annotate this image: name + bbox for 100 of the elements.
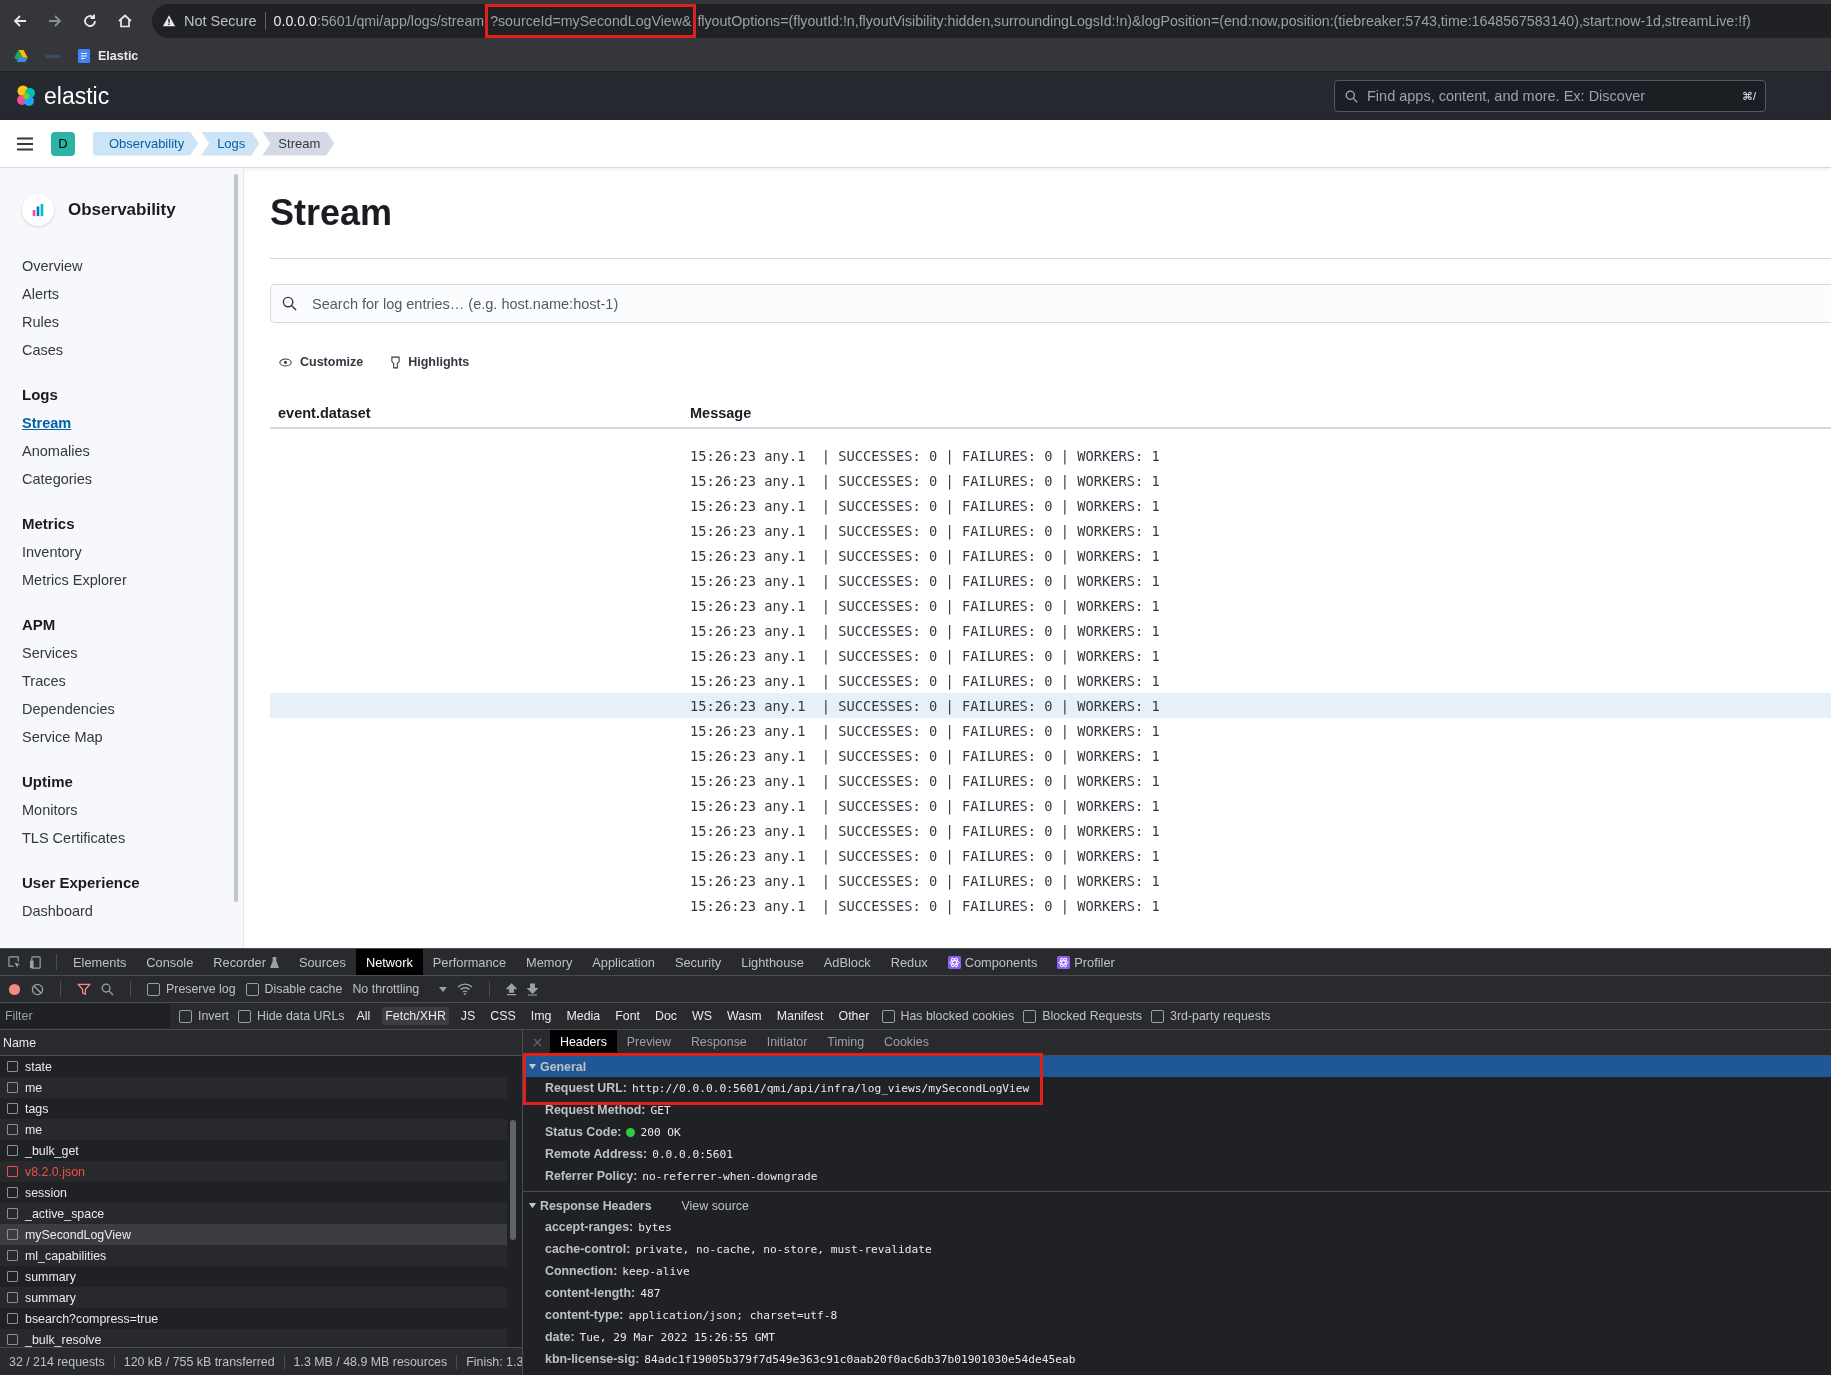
clear-icon[interactable] bbox=[31, 982, 44, 996]
atom-icon bbox=[947, 955, 961, 969]
close-icon[interactable] bbox=[533, 1038, 542, 1047]
download-icon[interactable] bbox=[527, 982, 539, 996]
devtools-tab[interactable]: Elements bbox=[63, 949, 137, 975]
record-icon[interactable] bbox=[8, 982, 21, 996]
devtools-tab[interactable]: Components bbox=[937, 949, 1048, 975]
nav-link[interactable]: Metrics Explorer bbox=[22, 566, 243, 594]
devtools-tab[interactable]: Sources bbox=[288, 949, 356, 975]
nav-link[interactable]: Overview bbox=[22, 252, 243, 280]
nav-link[interactable]: Anomalies bbox=[22, 437, 243, 465]
wifi-icon[interactable] bbox=[457, 983, 474, 995]
detail-tab[interactable]: Preview bbox=[616, 1030, 681, 1055]
drive-icon[interactable] bbox=[14, 50, 28, 62]
nav-link[interactable]: Monitors bbox=[22, 796, 243, 824]
type-filter[interactable]: Media bbox=[563, 1007, 604, 1025]
detail-tab[interactable]: Headers bbox=[550, 1030, 617, 1055]
checkbox[interactable]: Preserve log bbox=[147, 982, 236, 996]
detail-tab[interactable]: Cookies bbox=[874, 1030, 939, 1055]
type-filter[interactable]: Other bbox=[835, 1007, 873, 1025]
nav-link[interactable]: Alerts bbox=[22, 280, 243, 308]
nav-link[interactable]: Stream bbox=[22, 409, 243, 437]
nav-link[interactable]: Dashboard bbox=[22, 897, 243, 925]
section-title[interactable]: General bbox=[540, 1059, 587, 1074]
request-row[interactable]: me bbox=[0, 1119, 507, 1140]
nav-link[interactable]: Categories bbox=[22, 465, 243, 493]
device-icon[interactable] bbox=[29, 955, 42, 969]
type-filter[interactable]: All bbox=[353, 1007, 374, 1025]
devtools-tab[interactable]: Application bbox=[582, 949, 665, 975]
type-filter[interactable]: CSS bbox=[487, 1007, 519, 1025]
upload-icon[interactable] bbox=[506, 982, 518, 996]
devtools-tab[interactable]: Profiler bbox=[1047, 949, 1125, 975]
detail-tab[interactable]: Initiator bbox=[756, 1030, 818, 1055]
type-filter[interactable]: Wasm bbox=[724, 1007, 765, 1025]
breadcrumb[interactable]: Observability bbox=[93, 131, 199, 156]
header-name: Connection: bbox=[545, 1264, 618, 1278]
devtools-tab[interactable]: Lighthouse bbox=[731, 949, 814, 975]
devtools-tab[interactable]: Memory bbox=[516, 949, 583, 975]
request-row[interactable]: v8.2.0.json bbox=[0, 1161, 507, 1182]
type-filter[interactable]: JS bbox=[457, 1007, 479, 1025]
throttling-dropdown[interactable]: No throttling bbox=[352, 982, 448, 996]
breadcrumb[interactable]: Stream bbox=[262, 131, 335, 156]
detail-tab[interactable]: Response bbox=[680, 1030, 757, 1055]
breadcrumb[interactable]: Logs bbox=[201, 131, 260, 156]
inspect-icon[interactable] bbox=[8, 955, 21, 969]
nav-link[interactable]: Services bbox=[22, 639, 243, 667]
search-icon[interactable] bbox=[101, 982, 114, 996]
checkbox[interactable]: Disable cache bbox=[245, 982, 343, 996]
bookmark[interactable]: Elastic bbox=[78, 49, 139, 63]
space-avatar[interactable]: D bbox=[51, 131, 75, 156]
section-title[interactable]: Response Headers bbox=[540, 1198, 652, 1213]
request-row[interactable]: _bulk_resolve bbox=[0, 1329, 507, 1347]
detail-tab[interactable]: Timing bbox=[817, 1030, 875, 1055]
type-filter[interactable]: Img bbox=[527, 1007, 555, 1025]
nav-link[interactable]: Service Map bbox=[22, 723, 243, 751]
checkbox[interactable]: 3rd-party requests bbox=[1151, 1009, 1271, 1023]
devtools-tab[interactable]: Performance bbox=[422, 949, 517, 975]
caret-down-icon[interactable] bbox=[529, 1202, 536, 1209]
home-icon[interactable] bbox=[117, 12, 133, 29]
request-row[interactable]: summary bbox=[0, 1287, 507, 1308]
request-row[interactable]: ml_capabilities bbox=[0, 1245, 507, 1266]
request-row[interactable]: me bbox=[0, 1077, 507, 1098]
log-message: 15:26:23 any.1 | SUCCESSES: 0 | FAILURES: 0 | WORKERS: 1 bbox=[690, 447, 1160, 464]
type-filter[interactable]: Manifest bbox=[773, 1007, 827, 1025]
request-row[interactable]: mySecondLogView bbox=[0, 1224, 507, 1245]
type-filter[interactable]: Fetch/XHR bbox=[382, 1007, 449, 1025]
reload-icon[interactable] bbox=[82, 12, 98, 29]
devtools-tab[interactable]: Security bbox=[664, 949, 732, 975]
brand-name: elastic bbox=[44, 82, 110, 110]
forward-icon[interactable] bbox=[47, 12, 63, 29]
checkbox[interactable]: Hide data URLs bbox=[238, 1009, 345, 1023]
menu-icon[interactable] bbox=[17, 136, 33, 151]
checkbox[interactable]: Has blocked cookies bbox=[881, 1009, 1015, 1023]
type-filter[interactable]: Doc bbox=[652, 1007, 681, 1025]
nav-link[interactable]: Cases bbox=[22, 336, 243, 364]
scrollbar[interactable] bbox=[510, 1120, 516, 1240]
devtools-tab[interactable]: AdBlock bbox=[813, 949, 881, 975]
header-value: keep-alive bbox=[622, 1264, 690, 1278]
nav-link[interactable]: TLS Certificates bbox=[22, 824, 243, 852]
customize-button[interactable]: Customize bbox=[276, 353, 367, 371]
filter-icon[interactable] bbox=[77, 982, 91, 996]
checkbox[interactable]: Invert bbox=[179, 1009, 229, 1023]
devtools-tab[interactable]: Console bbox=[136, 949, 204, 975]
nav-link[interactable]: Dependencies bbox=[22, 695, 243, 723]
type-filter[interactable]: Font bbox=[612, 1007, 643, 1025]
checkbox[interactable]: Blocked Requests bbox=[1023, 1009, 1142, 1023]
back-icon[interactable] bbox=[12, 12, 28, 29]
nav-link[interactable]: Traces bbox=[22, 667, 243, 695]
scrollbar[interactable] bbox=[234, 174, 238, 902]
highlights-button[interactable]: Highlights bbox=[388, 353, 473, 371]
type-filter[interactable]: WS bbox=[689, 1007, 715, 1025]
devtools-tab[interactable]: Network bbox=[355, 949, 423, 975]
view-source-link[interactable]: View source bbox=[681, 1198, 749, 1213]
nav-link[interactable]: Inventory bbox=[22, 538, 243, 566]
devtools-tab[interactable]: Recorder bbox=[203, 949, 289, 975]
devtools-tab[interactable]: Redux bbox=[880, 949, 938, 975]
filter-field[interactable]: Filter bbox=[0, 1004, 170, 1028]
request-row[interactable]: _active_space bbox=[0, 1203, 507, 1224]
caret-down-icon[interactable] bbox=[529, 1063, 536, 1070]
nav-link[interactable]: Rules bbox=[22, 308, 243, 336]
